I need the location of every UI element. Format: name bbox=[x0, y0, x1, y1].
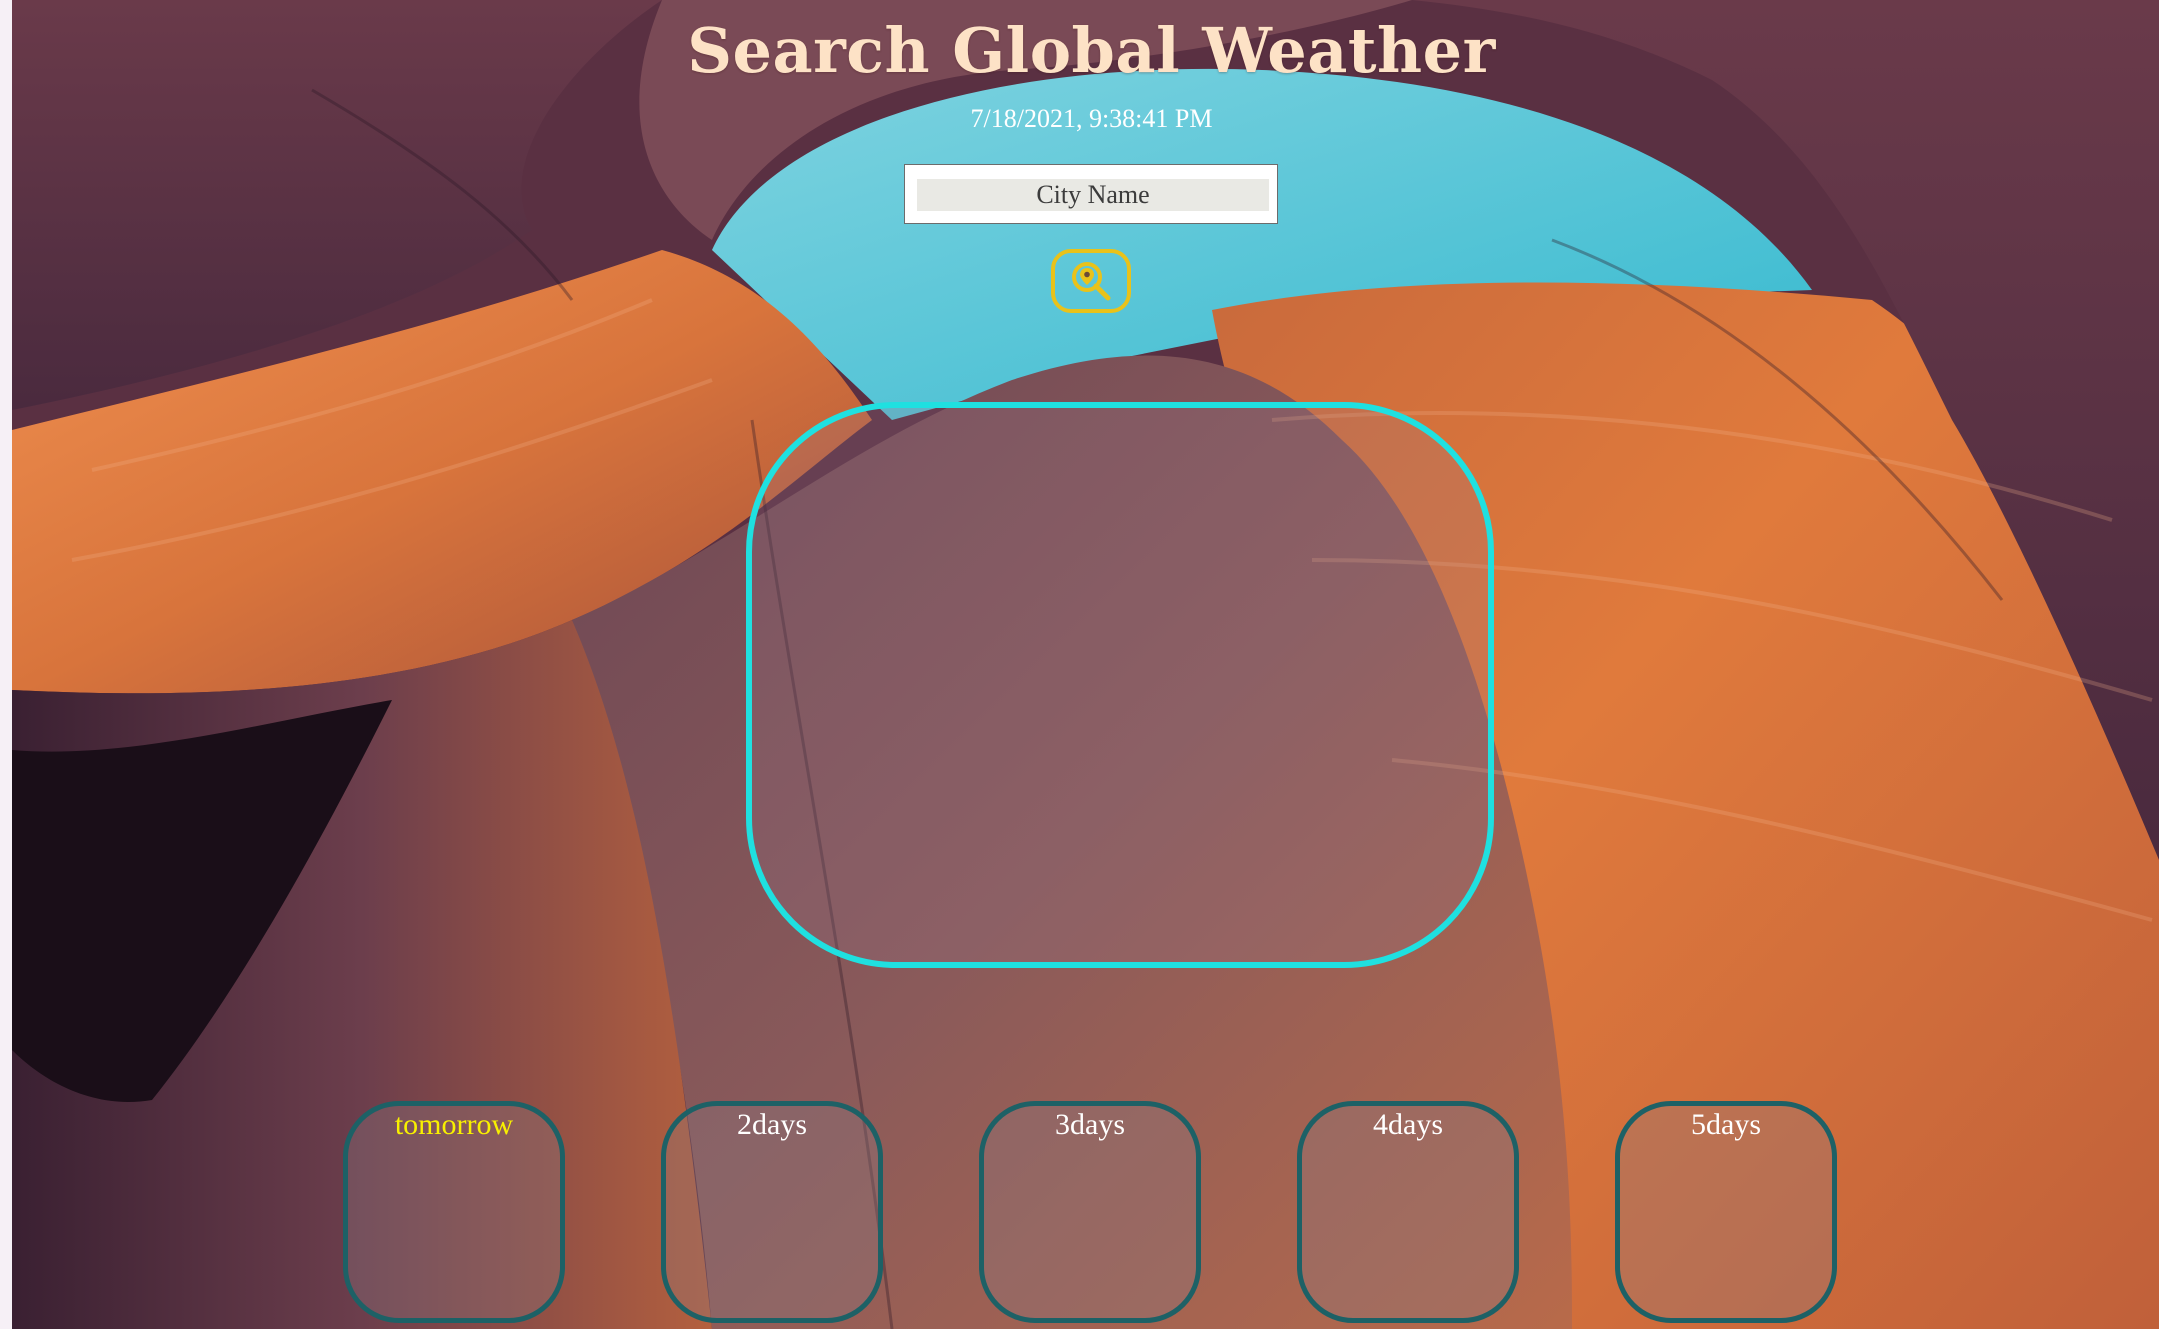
forecast-label: 3days bbox=[1055, 1108, 1125, 1141]
forecast-label: 2days bbox=[737, 1108, 807, 1141]
forecast-card-3days[interactable]: 3days bbox=[979, 1101, 1201, 1323]
city-search-input[interactable] bbox=[917, 179, 1269, 211]
forecast-label: tomorrow bbox=[394, 1108, 514, 1141]
forecast-card-tomorrow[interactable]: tomorrow bbox=[343, 1101, 565, 1323]
forecast-label: 5days bbox=[1691, 1108, 1761, 1141]
search-button[interactable] bbox=[1051, 249, 1131, 313]
forecast-card-4days[interactable]: 4days bbox=[1297, 1101, 1519, 1323]
page-title: Search Global Weather bbox=[687, 14, 1496, 87]
current-datetime: 7/18/2021, 9:38:41 PM bbox=[970, 104, 1213, 133]
forecast-label: 4days bbox=[1373, 1108, 1443, 1141]
page-left-edge bbox=[0, 0, 12, 1329]
search-container bbox=[904, 164, 1278, 224]
forecast-card-2days[interactable]: 2days bbox=[661, 1101, 883, 1323]
search-location-icon bbox=[1072, 262, 1111, 301]
forecast-card-5days[interactable]: 5days bbox=[1615, 1101, 1837, 1323]
current-weather-card bbox=[746, 402, 1494, 968]
